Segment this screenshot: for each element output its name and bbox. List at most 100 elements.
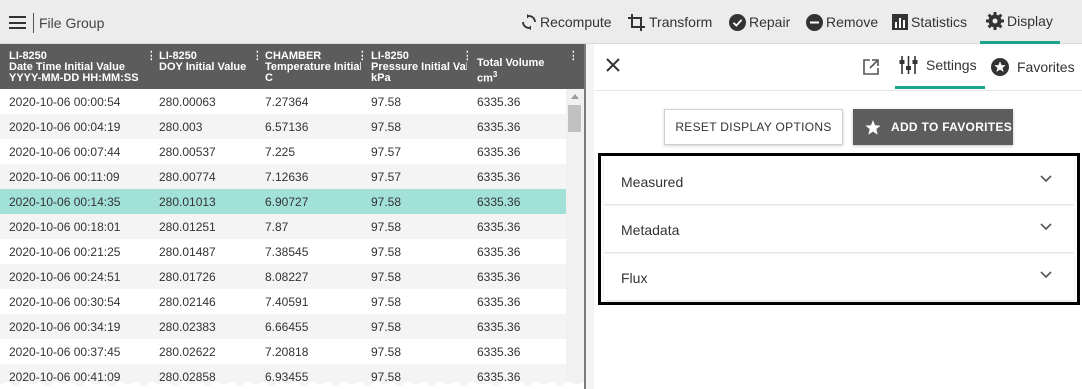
data-table: LI-8250 Date Time Initial Value YYYY-MM-…: [0, 44, 584, 389]
torn-edge: [0, 381, 584, 389]
table-cell: 2020-10-06 00:37:45: [9, 345, 121, 359]
tab-settings[interactable]: Settings: [895, 44, 985, 89]
table-cell: 6335.36: [477, 295, 521, 309]
table-row[interactable]: 2020-10-06 00:04:19 280.003 6.57136 97.58 63…: [0, 114, 566, 139]
star-icon: [865, 119, 881, 135]
table-cell: 6335.36: [477, 245, 521, 259]
table-row[interactable]: 2020-10-06 00:07:44 280.00537 7.225 97.57 63…: [0, 139, 566, 164]
table-cell: 7.27364: [265, 95, 309, 109]
column-header-line: Total Volume: [477, 57, 545, 69]
section-measured[interactable]: Measured: [604, 158, 1074, 204]
display-sections-accordion: Measured Metadata Flux: [598, 153, 1080, 305]
column-menu-icon[interactable]: ⋮: [146, 44, 152, 89]
vertical-scrollbar[interactable]: [566, 89, 584, 389]
table-cell: 2020-10-06 00:21:25: [9, 245, 121, 259]
tab-settings-label: Settings: [926, 57, 977, 73]
column-header-temperature[interactable]: CHAMBER Temperature Initial Value C: [265, 44, 361, 89]
section-flux[interactable]: Flux: [604, 254, 1074, 300]
display-button[interactable]: Display: [980, 0, 1060, 44]
table-cell: 6335.36: [477, 270, 521, 284]
recompute-label: Recompute: [540, 14, 612, 30]
table-cell: 97.58: [371, 320, 402, 334]
column-header-volume[interactable]: Total Volume cm3: [477, 44, 567, 89]
close-icon[interactable]: [604, 56, 622, 74]
column-menu-icon[interactable]: ⋮: [462, 44, 468, 89]
add-to-favorites-button[interactable]: ADD TO FAVORITES: [853, 109, 1013, 145]
scroll-up-arrow[interactable]: [571, 94, 579, 99]
statistics-label: Statistics: [911, 14, 968, 30]
table-cell: 97.58: [371, 95, 402, 109]
table-row[interactable]: 2020-10-06 00:11:09 280.00774 7.12636 97.57…: [0, 164, 566, 189]
scrollbar-thumb[interactable]: [568, 105, 581, 132]
panel-splitter[interactable]: [584, 44, 594, 389]
column-menu-icon[interactable]: ⋮: [568, 44, 574, 89]
table-cell: 2020-10-06 00:04:19: [9, 120, 121, 134]
remove-button[interactable]: Remove: [806, 0, 878, 44]
open-external-icon[interactable]: [862, 58, 880, 76]
minus-circle-icon: [806, 13, 823, 31]
tab-favorites-label: Favorites: [1017, 58, 1075, 75]
table-row[interactable]: 2020-10-06 00:14:35 280.01013 6.90727 97.58…: [0, 189, 566, 214]
reset-display-options-button[interactable]: RESET DISPLAY OPTIONS: [664, 109, 843, 145]
table-row[interactable]: 2020-10-06 00:37:45 280.02622 7.20818 97.58…: [0, 339, 566, 364]
table-row[interactable]: 2020-10-06 00:24:51 280.01726 8.08227 97.58…: [0, 264, 566, 289]
column-header-line: cm3: [477, 69, 567, 85]
table-row[interactable]: 2020-10-06 00:21:25 280.01487 7.38545 97.58…: [0, 239, 566, 264]
column-header-line: C: [265, 72, 273, 84]
table-cell: 2020-10-06 00:18:01: [9, 220, 121, 234]
recompute-button[interactable]: Recompute: [521, 0, 612, 44]
table-cell: 6.90727: [265, 195, 309, 209]
column-header-pressure[interactable]: LI-8250 Pressure Initial Value kPa: [371, 44, 467, 89]
transform-button[interactable]: Transform: [628, 0, 712, 44]
repair-label: Repair: [749, 14, 791, 30]
table-cell: 6335.36: [477, 170, 521, 184]
table-row[interactable]: 2020-10-06 00:34:19 280.02383 6.66455 97.58…: [0, 314, 566, 339]
table-cell: 2020-10-06 00:14:35: [9, 195, 121, 209]
table-cell: 6335.36: [477, 145, 521, 159]
table-cell: 6.57136: [265, 120, 309, 134]
table-cell: 6335.36: [477, 120, 521, 134]
display-settings-panel: Settings Favorites RESET DISPLAY OPTIONS…: [594, 44, 1082, 389]
table-cell: 97.58: [371, 120, 402, 134]
chevron-down-icon: [1040, 271, 1052, 279]
table-cell: 280.00774: [159, 170, 216, 184]
column-header-datetime[interactable]: LI-8250 Date Time Initial Value YYYY-MM-…: [9, 44, 153, 89]
table-cell: 6335.36: [477, 220, 521, 234]
table-cell: 280.02622: [159, 345, 216, 359]
gear-icon: [986, 12, 1004, 30]
column-header-line: Temperature Initial Value: [265, 61, 361, 73]
hamburger-icon[interactable]: [9, 16, 26, 29]
table-cell: 280.00537: [159, 145, 216, 159]
table-cell: 280.00063: [159, 95, 216, 109]
table-body: 2020-10-06 00:00:54 280.00063 7.27364 97.58…: [0, 89, 566, 389]
table-cell: 97.58: [371, 220, 402, 234]
crop-icon: [628, 13, 645, 31]
statistics-button[interactable]: Statistics: [892, 0, 967, 44]
section-label: Metadata: [621, 222, 680, 238]
section-metadata[interactable]: Metadata: [604, 206, 1074, 252]
column-header-line: YYYY-MM-DD HH:MM:SS: [9, 72, 139, 84]
table-row[interactable]: 2020-10-06 00:00:54 280.00063 7.27364 97.58…: [0, 89, 566, 114]
table-cell: 97.58: [371, 245, 402, 259]
table-row[interactable]: 2020-10-06 00:18:01 280.01251 7.87 97.58 633…: [0, 214, 566, 239]
table-cell: 97.58: [371, 270, 402, 284]
unit-label: cm: [477, 72, 493, 85]
table-cell: 280.003: [159, 120, 203, 134]
table-cell: 280.01726: [159, 270, 216, 284]
table-cell: 7.20818: [265, 345, 309, 359]
column-header-doy[interactable]: LI-8250 DOY Initial Value: [159, 44, 258, 89]
star-circle-icon: [991, 57, 1009, 76]
tab-favorites[interactable]: Favorites: [991, 44, 1075, 89]
column-menu-icon[interactable]: ⋮: [357, 44, 363, 89]
table-cell: 6.66455: [265, 320, 309, 334]
transform-label: Transform: [649, 14, 713, 30]
chevron-down-icon: [1040, 175, 1052, 183]
table-cell: 7.87: [265, 220, 289, 234]
table-cell: 280.01251: [159, 220, 216, 234]
table-cell: 2020-10-06 00:34:19: [9, 320, 121, 334]
column-menu-icon[interactable]: ⋮: [252, 44, 258, 89]
table-row[interactable]: 2020-10-06 00:30:54 280.02146 7.40591 97.58…: [0, 289, 566, 314]
repair-button[interactable]: Repair: [729, 0, 790, 44]
remove-label: Remove: [826, 14, 879, 30]
recompute-icon: [522, 14, 536, 30]
